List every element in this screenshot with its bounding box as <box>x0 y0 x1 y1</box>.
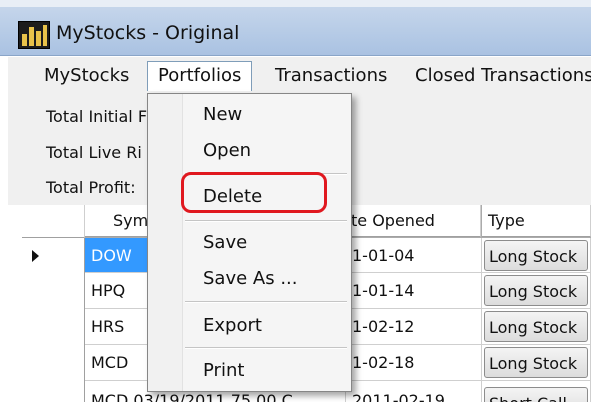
window-title: MyStocks - Original <box>56 22 240 44</box>
type-button[interactable]: Long Stock <box>484 347 588 378</box>
menu-item-export[interactable]: Export <box>203 315 262 336</box>
table-cell-date[interactable]: 1-01-14 <box>346 273 482 309</box>
table-cell-date[interactable]: 1-01-04 <box>346 238 482 273</box>
menu-portfolios[interactable]: Portfolios <box>147 61 253 91</box>
corner-header <box>22 205 85 238</box>
menu-separator <box>185 220 347 222</box>
table-cell-type: Long Stock <box>482 309 591 345</box>
menu-item-print[interactable]: Print <box>203 360 244 381</box>
app-logo-icon <box>18 21 50 49</box>
row-header[interactable] <box>22 345 85 382</box>
row-header[interactable] <box>22 238 85 274</box>
type-button[interactable]: Short Call <box>484 387 588 402</box>
table-cell-type: Short Call <box>482 381 591 402</box>
portfolios-dropdown-menu: New Open Delete Save Save As ... Export … <box>147 93 352 392</box>
top-strip <box>0 0 591 7</box>
table-cell-type: Long Stock <box>482 238 591 273</box>
menu-bar: MyStocks Portfolios Transactions Closed … <box>8 57 591 93</box>
type-button[interactable]: Long Stock <box>484 311 588 342</box>
row-header[interactable] <box>22 273 85 310</box>
table-cell-date[interactable]: 1-02-18 <box>346 345 482 381</box>
menu-closed-transactions[interactable]: Closed Transactions <box>415 65 591 86</box>
col-header-date-opened[interactable]: te Opened <box>346 205 481 237</box>
menu-item-save-as[interactable]: Save As ... <box>203 268 297 289</box>
table-cell-date[interactable]: 1-02-12 <box>346 309 482 345</box>
total-profit-label: Total Profit: <box>46 178 136 197</box>
title-bar: MyStocks - Original <box>0 0 591 56</box>
table-cell-type: Long Stock <box>482 273 591 309</box>
menu-item-open[interactable]: Open <box>203 140 251 161</box>
table-cell-date[interactable]: 2011-02-19 <box>346 381 482 402</box>
col-header-type[interactable]: Type <box>482 205 591 237</box>
type-button[interactable]: Long Stock <box>484 275 588 306</box>
row-header[interactable] <box>22 309 85 346</box>
type-button[interactable]: Long Stock <box>484 240 588 271</box>
total-initial-label: Total Initial F <box>46 107 148 126</box>
total-live-label: Total Live Ri <box>46 143 142 162</box>
menu-mystocks[interactable]: MyStocks <box>44 65 129 86</box>
row-header[interactable] <box>22 381 85 402</box>
menu-transactions[interactable]: Transactions <box>275 65 387 86</box>
delete-highlight-annotation <box>181 172 327 213</box>
app-window: MyStocks - Original MyStocks Portfolios … <box>0 0 591 402</box>
menu-separator <box>185 347 347 349</box>
menu-separator <box>185 301 347 303</box>
table-cell-type: Long Stock <box>482 345 591 381</box>
menu-item-new[interactable]: New <box>203 104 242 125</box>
menu-gutter <box>148 94 183 391</box>
menu-item-save[interactable]: Save <box>203 232 247 253</box>
row-pointer-icon <box>32 250 39 262</box>
